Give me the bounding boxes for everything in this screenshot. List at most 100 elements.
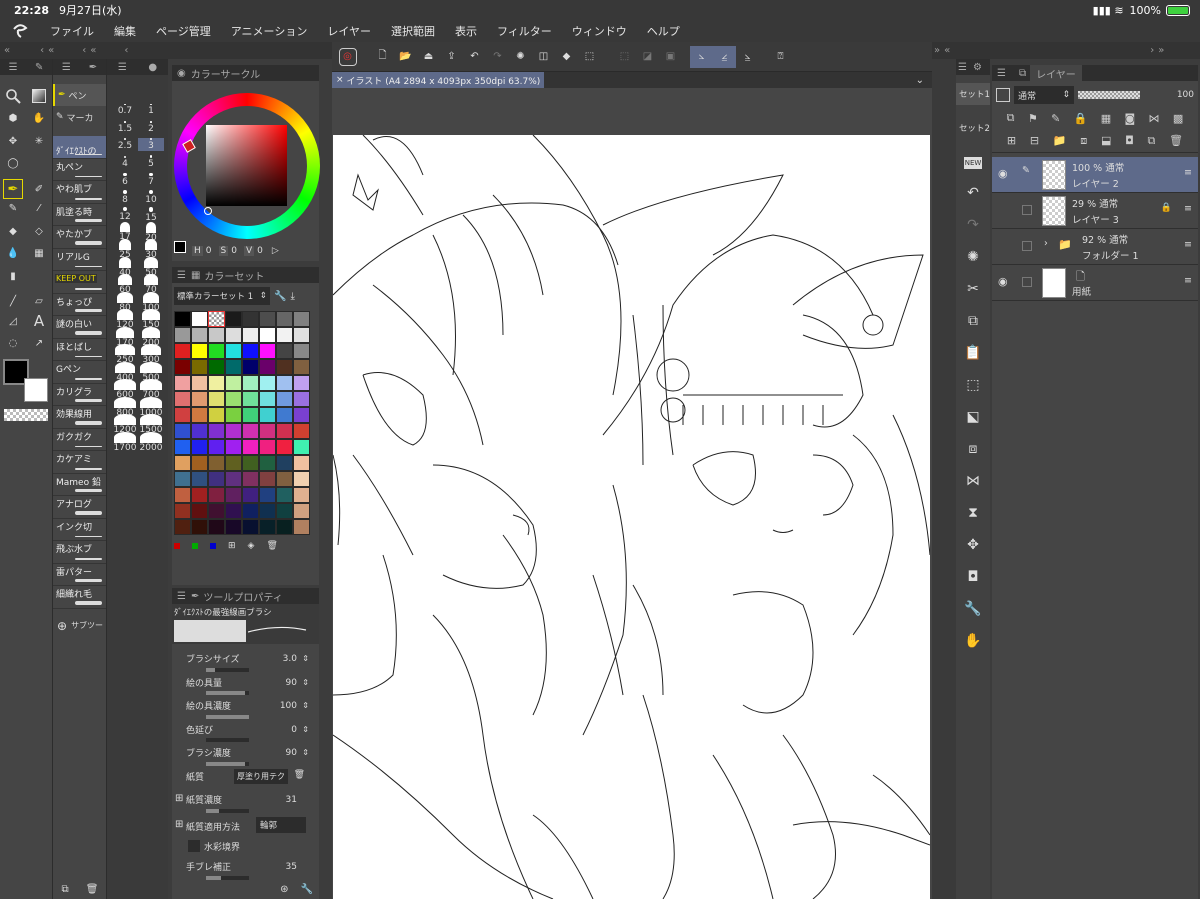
paper-method-select[interactable]: 輪郭 bbox=[256, 816, 306, 833]
color-swatch[interactable] bbox=[191, 423, 208, 439]
color-swatch[interactable] bbox=[208, 519, 225, 535]
chevron-left-icon[interactable]: ‹ bbox=[124, 45, 128, 56]
color-swatch[interactable] bbox=[259, 439, 276, 455]
color-swatch[interactable] bbox=[208, 375, 225, 391]
menu-icon[interactable]: ☰ bbox=[177, 270, 186, 281]
color-swatch[interactable] bbox=[191, 343, 208, 359]
blend-tool-icon[interactable]: 💧 bbox=[0, 243, 26, 266]
brush-item[interactable]: カリグラ bbox=[53, 384, 106, 406]
watercolor-checkbox[interactable] bbox=[188, 840, 200, 852]
menu-page[interactable]: ページ管理 bbox=[146, 23, 221, 39]
brush-size-option[interactable]: 2 bbox=[138, 121, 164, 134]
collapse-left-icon[interactable]: « bbox=[4, 45, 10, 56]
collapse-left-icon[interactable]: « bbox=[90, 45, 96, 56]
color-swatch[interactable] bbox=[242, 359, 259, 375]
collapse-right-icon[interactable]: » bbox=[934, 45, 940, 56]
brush-size-option[interactable]: 1700 bbox=[112, 431, 138, 453]
color-swatch[interactable] bbox=[208, 359, 225, 375]
color-swatch[interactable] bbox=[174, 455, 191, 471]
copy-icon[interactable]: ⧉ bbox=[968, 313, 978, 329]
property-slider[interactable] bbox=[206, 738, 249, 742]
brush-item[interactable]: ほとばし bbox=[53, 339, 106, 361]
brush-size-option[interactable]: 0.7 bbox=[112, 103, 138, 116]
brush-item[interactable]: アナログ bbox=[53, 496, 106, 519]
menu-window[interactable]: ウィンドウ bbox=[562, 23, 637, 39]
reset-icon[interactable]: ⊛ bbox=[280, 884, 288, 895]
plus-icon[interactable]: ⊞ bbox=[175, 793, 183, 804]
brush-item[interactable]: ガクガク bbox=[53, 429, 106, 451]
trash-icon[interactable]: 🗑 bbox=[266, 541, 277, 551]
menu-edit[interactable]: 編集 bbox=[104, 23, 146, 39]
fill-icon[interactable]: ◈ bbox=[248, 541, 255, 551]
move-tool-icon[interactable]: ✥ bbox=[0, 130, 26, 153]
color-swatch[interactable] bbox=[225, 471, 242, 487]
color-swatch[interactable] bbox=[259, 375, 276, 391]
chevron-down-icon[interactable]: ⌄ bbox=[916, 75, 924, 86]
line-tool-icon[interactable]: ╱ bbox=[0, 294, 26, 311]
menu-view[interactable]: 表示 bbox=[445, 23, 487, 39]
brush-item[interactable]: 細織れ毛 bbox=[53, 586, 106, 609]
lock-alpha-icon[interactable]: ▦ bbox=[1101, 112, 1111, 125]
new-badge-icon[interactable]: NEW bbox=[963, 157, 983, 169]
color-swatch[interactable] bbox=[242, 471, 259, 487]
brush-size-option[interactable]: 4 bbox=[112, 155, 138, 169]
set-tab-1[interactable]: セット1 bbox=[956, 83, 990, 105]
color-swatch[interactable] bbox=[242, 407, 259, 423]
color-swatch[interactable] bbox=[174, 391, 191, 407]
color-swatch[interactable] bbox=[174, 423, 191, 439]
new-raster-layer-icon[interactable]: ⊞ bbox=[1007, 134, 1016, 147]
brush-item[interactable]: 雷パター bbox=[53, 564, 106, 586]
color-swatch[interactable] bbox=[242, 439, 259, 455]
wrench-icon[interactable]: 🔧 bbox=[964, 601, 981, 617]
airbrush-icon[interactable]: ▮ bbox=[0, 265, 26, 288]
layer-checkbox[interactable] bbox=[1022, 241, 1032, 251]
invert-select-icon[interactable]: ◪ bbox=[636, 46, 659, 68]
brush-item[interactable]: インク切 bbox=[53, 519, 106, 541]
color-swatch[interactable] bbox=[225, 503, 242, 519]
eraser-icon[interactable]: ◇ bbox=[26, 220, 52, 243]
property-slider[interactable] bbox=[206, 761, 249, 766]
lasso-tool-icon[interactable]: ◯ bbox=[0, 153, 26, 176]
color-swatch[interactable] bbox=[208, 503, 225, 519]
color-swatch[interactable] bbox=[293, 503, 310, 519]
fill-tool-icon[interactable]: ◆ bbox=[0, 220, 26, 243]
undo-icon[interactable]: ↶ bbox=[967, 185, 979, 201]
stepper-icon[interactable]: ⇕ bbox=[302, 748, 309, 757]
trash-icon[interactable]: 🗑 bbox=[86, 884, 99, 895]
balloon-tool-icon[interactable]: ◌ bbox=[0, 333, 26, 356]
trash-icon[interactable]: 🗑 bbox=[294, 770, 305, 780]
property-slider[interactable] bbox=[206, 667, 249, 672]
paste-icon[interactable]: 📋 bbox=[964, 345, 981, 361]
color-swatch[interactable] bbox=[191, 311, 208, 327]
color-swatch[interactable] bbox=[225, 455, 242, 471]
color-swatch[interactable] bbox=[174, 407, 191, 423]
color-swatch[interactable] bbox=[259, 311, 276, 327]
menu-selection[interactable]: 選択範囲 bbox=[381, 23, 445, 39]
color-swatch[interactable] bbox=[293, 343, 310, 359]
color-swatch[interactable] bbox=[191, 407, 208, 423]
color-swatch[interactable] bbox=[242, 375, 259, 391]
subtool-tab-pen[interactable]: ✒ ペン bbox=[53, 84, 106, 106]
color-swatch[interactable] bbox=[225, 359, 242, 375]
brush-item-selected[interactable]: ﾀﾞｲｴｸｽﾄの bbox=[53, 136, 106, 159]
play-icon[interactable]: ▷ bbox=[272, 246, 279, 256]
close-icon[interactable]: × bbox=[336, 75, 344, 85]
color-swatch[interactable] bbox=[174, 359, 191, 375]
color-swatch[interactable] bbox=[208, 439, 225, 455]
color-swatch[interactable] bbox=[242, 391, 259, 407]
color-swatch[interactable] bbox=[276, 439, 293, 455]
delete-layer-icon[interactable]: 🗑 bbox=[1169, 134, 1183, 147]
open-folder-icon[interactable]: 📂 bbox=[394, 46, 417, 68]
color-swatch[interactable] bbox=[242, 487, 259, 503]
brush-size-option[interactable]: 2000 bbox=[138, 431, 164, 453]
layer-checkbox[interactable] bbox=[1022, 205, 1032, 215]
opacity-slider[interactable] bbox=[1078, 91, 1140, 99]
color-swatch[interactable] bbox=[259, 503, 276, 519]
color-swatch[interactable] bbox=[242, 423, 259, 439]
color-swatch[interactable] bbox=[191, 327, 208, 343]
canvas-artwork[interactable] bbox=[333, 135, 930, 899]
color-swatch[interactable] bbox=[259, 455, 276, 471]
reference-icon[interactable]: ⚑ bbox=[1028, 112, 1038, 125]
color-swatch[interactable] bbox=[242, 311, 259, 327]
hand-icon[interactable]: ✋ bbox=[964, 633, 981, 649]
